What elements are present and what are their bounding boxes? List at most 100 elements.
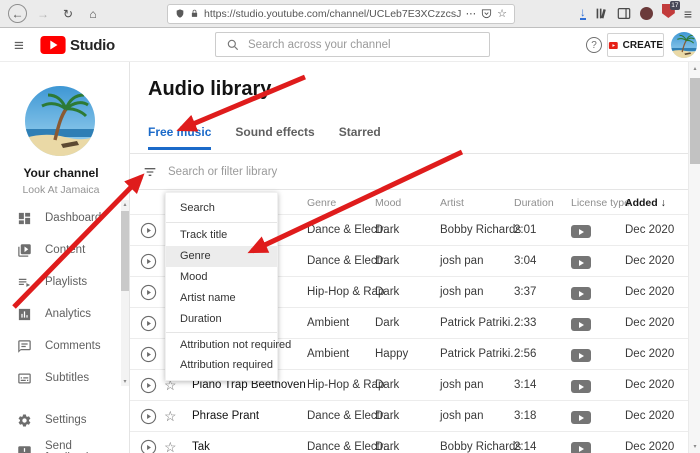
artist-cell: Bobby Richards bbox=[440, 441, 522, 453]
sidebar-item-subtitles[interactable]: Subtitles bbox=[0, 362, 121, 394]
sidebar-item-playlists[interactable]: Playlists bbox=[0, 266, 121, 298]
sidebar-item-settings[interactable]: Settings bbox=[0, 404, 121, 436]
added-cell: Dec 2020 bbox=[625, 441, 675, 453]
url-bar[interactable]: https://studio.youtube.com/channel/UCLeb… bbox=[167, 3, 515, 24]
menu-icon[interactable]: ≡ bbox=[14, 36, 24, 56]
page-scrollbar[interactable]: ▴ ▾ bbox=[688, 62, 700, 453]
artist-cell: josh pan bbox=[440, 255, 484, 267]
scrollbar-thumb[interactable] bbox=[690, 78, 700, 164]
license-youtube-icon bbox=[571, 318, 591, 331]
create-button[interactable]: CREATE bbox=[607, 33, 664, 57]
scroll-down-icon[interactable]: ▾ bbox=[121, 378, 129, 385]
menu-item-attribution-required[interactable]: Attribution required bbox=[166, 355, 277, 375]
home-icon[interactable]: ⌂ bbox=[84, 5, 102, 23]
channel-subtitle: Look At Jamaica bbox=[22, 184, 100, 196]
youtube-logo-icon bbox=[40, 36, 66, 54]
account-avatar[interactable] bbox=[671, 32, 697, 58]
adblock-extension-icon[interactable]: 17 bbox=[661, 1, 680, 23]
duration-cell: 3:18 bbox=[514, 410, 537, 422]
mood-cell: Dark bbox=[375, 286, 400, 298]
youtube-studio-logo[interactable]: Studio bbox=[40, 36, 115, 54]
url-text: https://studio.youtube.com/channel/UCLeb… bbox=[204, 7, 461, 20]
play-preview-button[interactable] bbox=[140, 408, 157, 425]
filter-bar[interactable] bbox=[130, 154, 688, 190]
pocket-icon[interactable] bbox=[481, 8, 492, 19]
column-header-duration[interactable]: Duration bbox=[514, 197, 554, 209]
column-header-mood[interactable]: Mood bbox=[375, 197, 401, 209]
duration-cell: 2:01 bbox=[514, 224, 537, 236]
search-input[interactable] bbox=[248, 38, 479, 51]
back-icon[interactable]: ← bbox=[8, 4, 27, 23]
scroll-up-icon[interactable]: ▴ bbox=[121, 201, 129, 208]
play-preview-button[interactable] bbox=[140, 253, 157, 270]
table-row[interactable]: ☆ Phrase Prant Dance & Electr... Dark josh p… bbox=[130, 401, 688, 432]
sidebar-item-content[interactable]: Content bbox=[0, 234, 121, 266]
forward-icon[interactable]: → bbox=[34, 5, 52, 23]
extension-icon[interactable] bbox=[639, 7, 653, 20]
page-actions-icon[interactable]: ⋯ bbox=[466, 8, 477, 20]
sidebar-item-comments[interactable]: Comments bbox=[0, 330, 121, 362]
menu-item-search[interactable]: Search bbox=[166, 196, 277, 220]
downloads-icon[interactable]: ↓ bbox=[579, 6, 586, 20]
screen: ← → ↻ ⌂ https://studio.youtube.com/chann… bbox=[0, 0, 700, 453]
star-icon[interactable]: ☆ bbox=[164, 439, 177, 453]
sidebar-item-send-feedback[interactable]: Send feedback bbox=[0, 436, 121, 453]
play-preview-button[interactable] bbox=[140, 284, 157, 301]
play-preview-button[interactable] bbox=[140, 315, 157, 332]
scroll-up-icon[interactable]: ▴ bbox=[689, 65, 700, 72]
star-icon[interactable]: ☆ bbox=[164, 408, 177, 425]
play-preview-button[interactable] bbox=[140, 222, 157, 239]
duration-cell: 2:14 bbox=[514, 441, 537, 453]
channel-avatar[interactable] bbox=[25, 86, 95, 156]
sidebar-item-label: Comments bbox=[45, 340, 101, 352]
menu-item-attribution-not-required[interactable]: Attribution not required bbox=[166, 335, 291, 355]
sidebar-item-label: Send feedback bbox=[45, 440, 92, 453]
tab-sound-effects[interactable]: Sound effects bbox=[235, 125, 314, 150]
browser-menu-icon[interactable]: ≡ bbox=[684, 6, 692, 22]
play-preview-button[interactable] bbox=[140, 439, 157, 453]
genre-cell: Ambient bbox=[307, 317, 350, 329]
channel-search-bar[interactable] bbox=[215, 32, 490, 57]
page-title: Audio library bbox=[148, 78, 272, 100]
library-filter-input[interactable] bbox=[168, 165, 688, 178]
menu-item-mood[interactable]: Mood bbox=[166, 267, 277, 288]
bookmark-star-icon[interactable]: ☆ bbox=[497, 7, 507, 20]
duration-cell: 2:33 bbox=[514, 317, 537, 329]
analytics-icon bbox=[17, 307, 32, 322]
content-area: Your channel Look At Jamaica Dashboard Co… bbox=[0, 62, 700, 453]
sidebar-item-label: Settings bbox=[45, 414, 87, 426]
genre-cell: Ambient bbox=[307, 348, 350, 360]
tab-starred[interactable]: Starred bbox=[339, 125, 381, 150]
mood-cell: Happy bbox=[375, 348, 409, 360]
menu-item-genre[interactable]: Genre bbox=[166, 246, 277, 267]
menu-item-track-title[interactable]: Track title bbox=[166, 225, 277, 246]
scroll-down-icon[interactable]: ▾ bbox=[689, 443, 700, 450]
menu-item-duration[interactable]: Duration bbox=[166, 309, 277, 330]
reload-icon[interactable]: ↻ bbox=[59, 5, 77, 23]
sidebar-toggle-icon[interactable] bbox=[617, 7, 631, 20]
track-title-cell: Phrase Prant bbox=[192, 410, 260, 422]
tab-free-music[interactable]: Free music bbox=[148, 125, 212, 150]
duration-cell: 3:04 bbox=[514, 255, 537, 267]
help-icon[interactable]: ? bbox=[586, 37, 602, 53]
artist-cell: josh pan bbox=[440, 286, 484, 298]
column-header-license[interactable]: License type bbox=[571, 197, 630, 209]
play-preview-button[interactable] bbox=[140, 377, 157, 394]
column-header-artist[interactable]: Artist bbox=[440, 197, 464, 209]
filter-icon[interactable] bbox=[142, 164, 158, 180]
license-youtube-icon bbox=[571, 256, 591, 269]
sidebar-item-dashboard[interactable]: Dashboard bbox=[0, 202, 121, 234]
play-preview-button[interactable] bbox=[140, 346, 157, 363]
menu-item-artist-name[interactable]: Artist name bbox=[166, 288, 277, 309]
column-header-added[interactable]: Added ↓ bbox=[625, 197, 666, 209]
library-icon[interactable] bbox=[595, 7, 608, 20]
license-youtube-icon bbox=[571, 349, 591, 362]
column-header-genre[interactable]: Genre bbox=[307, 197, 336, 209]
added-cell: Dec 2020 bbox=[625, 317, 675, 329]
sidebar-item-analytics[interactable]: Analytics bbox=[0, 298, 121, 330]
table-row[interactable]: ☆ Tak Dance & Electr... Dark Bobby Richards 2… bbox=[130, 432, 688, 453]
tracking-protection-icon[interactable] bbox=[175, 8, 185, 19]
scrollbar-thumb[interactable] bbox=[121, 211, 129, 291]
sidebar-scrollbar[interactable]: ▴ ▾ bbox=[121, 200, 129, 386]
added-cell: Dec 2020 bbox=[625, 224, 675, 236]
